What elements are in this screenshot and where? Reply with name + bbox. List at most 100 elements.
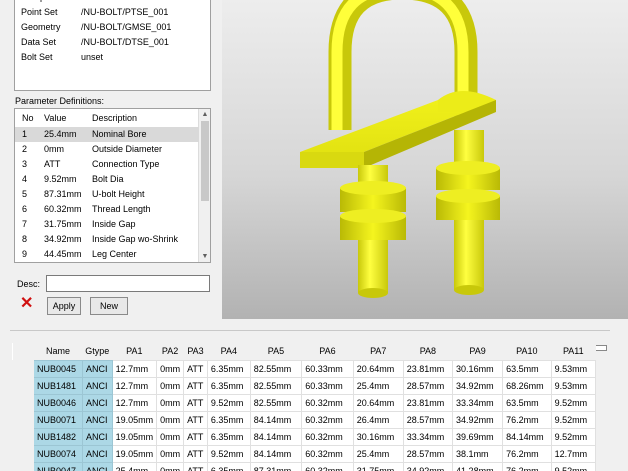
table-cell-pa6[interactable]: 60.32mm	[301, 410, 354, 429]
table-cell-pa6[interactable]: 60.32mm	[301, 444, 354, 463]
table-cell-pa3[interactable]: ATT	[183, 444, 208, 463]
column-header-pa6[interactable]: PA6	[301, 343, 354, 360]
table-cell-pa11[interactable]: 9.52mm	[550, 427, 596, 446]
table-row[interactable]: NUB0071 ANCI 19.05mm 0mm ATT 6.35mm 84.14mm 60.…	[12, 410, 596, 429]
table-cell-pa8[interactable]: 33.34mm	[402, 427, 454, 446]
table-cell-gtype[interactable]: ANCI	[81, 376, 113, 395]
table-cell-pa9[interactable]: 41.28mm	[452, 461, 504, 471]
column-header-no[interactable]: No	[22, 113, 34, 123]
table-cell-pa10[interactable]: 68.26mm	[502, 376, 552, 395]
column-header-pa2[interactable]: PA2	[156, 343, 184, 360]
column-header-value[interactable]: Value	[44, 113, 66, 123]
table-cell-pa3[interactable]: ATT	[183, 461, 208, 471]
parameter-row[interactable]: 9 44.45mm Leg Center	[15, 247, 199, 262]
table-cell-pa5[interactable]: 82.55mm	[249, 359, 303, 378]
table-cell-gtype[interactable]: ANCI	[81, 427, 113, 446]
component-data-grid[interactable]: Name Gtype PA1 PA2 PA3 PA4 PA5 PA6 PA7 PA8 PA9 PA10…	[12, 343, 596, 471]
table-cell-pa6[interactable]: 60.32mm	[301, 461, 354, 471]
table-cell-gtype[interactable]: ANCI	[81, 393, 113, 412]
table-row[interactable]: NUB1482 ANCI 19.05mm 0mm ATT 6.35mm 84.14mm 60.…	[12, 427, 596, 446]
table-cell-pa6[interactable]: 60.33mm	[301, 359, 354, 378]
table-cell-name[interactable]: NUB0047	[33, 461, 83, 471]
table-cell-pa7[interactable]: 30.16mm	[352, 427, 404, 446]
row-header[interactable]	[12, 410, 34, 429]
table-cell-pa4[interactable]: 9.52mm	[206, 393, 251, 412]
scroll-down-icon[interactable]: ▼	[199, 251, 210, 262]
column-header-pa5[interactable]: PA5	[250, 343, 302, 360]
table-cell-pa1[interactable]: 19.05mm	[111, 410, 158, 429]
parameter-row[interactable]: 2 0mm Outside Diameter	[15, 142, 199, 157]
table-cell-pa7[interactable]: 20.64mm	[352, 393, 404, 412]
table-cell-pa11[interactable]: 9.53mm	[550, 359, 596, 378]
table-cell-gtype[interactable]: ANCI	[81, 444, 113, 463]
table-row[interactable]: NUB0045 ANCI 12.7mm 0mm ATT 6.35mm 82.55mm 60.3…	[12, 359, 596, 378]
table-cell-pa1[interactable]: 19.05mm	[111, 444, 158, 463]
parameter-definitions-list[interactable]: No Value Description ▲ ▼ 1 25.4mm Nominal …	[14, 108, 211, 263]
table-cell-pa1[interactable]: 19.05mm	[111, 427, 158, 446]
table-cell-pa2[interactable]: 0mm	[156, 427, 185, 446]
parameter-row[interactable]: 4 9.52mm Bolt Dia	[15, 172, 199, 187]
row-header[interactable]	[12, 393, 34, 412]
table-cell-pa8[interactable]: 28.57mm	[402, 444, 454, 463]
table-cell-pa9[interactable]: 34.92mm	[452, 410, 504, 429]
table-cell-pa9[interactable]: 34.92mm	[452, 376, 504, 395]
table-row[interactable]: NUB0046 ANCI 12.7mm 0mm ATT 9.52mm 82.55mm 60.3…	[12, 393, 596, 412]
parameter-row[interactable]: 6 60.32mm Thread Length	[15, 202, 199, 217]
table-cell-pa11[interactable]: 12.7mm	[550, 444, 596, 463]
new-button[interactable]: New	[90, 297, 128, 315]
table-cell-pa5[interactable]: 84.14mm	[249, 410, 303, 429]
table-cell-pa4[interactable]: 6.35mm	[206, 427, 251, 446]
table-cell-pa2[interactable]: 0mm	[156, 444, 185, 463]
column-header-pa11[interactable]: PA11	[551, 343, 596, 360]
table-cell-pa9[interactable]: 30.16mm	[452, 359, 504, 378]
table-cell-pa2[interactable]: 0mm	[156, 393, 185, 412]
table-cell-pa5[interactable]: 84.14mm	[249, 427, 303, 446]
row-header[interactable]	[12, 444, 34, 463]
table-cell-pa9[interactable]: 39.69mm	[452, 427, 504, 446]
table-cell-pa6[interactable]: 60.32mm	[301, 427, 354, 446]
table-cell-pa4[interactable]: 6.35mm	[206, 359, 251, 378]
table-cell-pa1[interactable]: 12.7mm	[111, 376, 158, 395]
table-cell-pa5[interactable]: 82.55mm	[249, 376, 303, 395]
desc-input[interactable]	[46, 275, 210, 292]
scroll-up-icon[interactable]: ▲	[199, 109, 210, 120]
table-cell-pa10[interactable]: 76.2mm	[502, 444, 552, 463]
column-header-pa10[interactable]: PA10	[502, 343, 552, 360]
apply-button[interactable]: Apply	[47, 297, 81, 315]
table-cell-pa10[interactable]: 76.2mm	[502, 461, 552, 471]
parameter-list-scrollbar[interactable]: ▲ ▼	[198, 109, 210, 262]
row-header[interactable]	[12, 359, 34, 378]
column-header-gtype[interactable]: Gtype	[82, 343, 113, 360]
table-row[interactable]: NUB0074 ANCI 19.05mm 0mm ATT 9.52mm 84.14mm 60.…	[12, 444, 596, 463]
table-cell-pa3[interactable]: ATT	[183, 376, 208, 395]
table-cell-pa3[interactable]: ATT	[183, 393, 208, 412]
table-cell-pa2[interactable]: 0mm	[156, 461, 185, 471]
table-cell-name[interactable]: NUB0046	[33, 393, 83, 412]
table-cell-pa8[interactable]: 23.81mm	[402, 393, 454, 412]
table-cell-name[interactable]: NUB1481	[33, 376, 83, 395]
row-header[interactable]	[12, 461, 34, 471]
table-cell-pa4[interactable]: 6.35mm	[206, 410, 251, 429]
table-cell-pa3[interactable]: ATT	[183, 427, 208, 446]
table-cell-pa11[interactable]: 9.52mm	[550, 461, 596, 471]
parameter-row[interactable]: 1 25.4mm Nominal Bore	[15, 127, 199, 142]
table-cell-pa10[interactable]: 76.2mm	[502, 410, 552, 429]
column-header-pa7[interactable]: PA7	[353, 343, 404, 360]
column-header-pa9[interactable]: PA9	[452, 343, 503, 360]
table-cell-pa1[interactable]: 25.4mm	[111, 461, 158, 471]
table-cell-pa8[interactable]: 28.57mm	[402, 410, 454, 429]
table-cell-gtype[interactable]: ANCI	[81, 410, 113, 429]
parameter-row[interactable]: 8 34.92mm Inside Gap wo-Shrink	[15, 232, 199, 247]
column-header-pa8[interactable]: PA8	[403, 343, 453, 360]
column-header-description[interactable]: Description	[92, 113, 137, 123]
table-cell-pa7[interactable]: 31.75mm	[352, 461, 404, 471]
table-cell-pa11[interactable]: 9.52mm	[550, 393, 596, 412]
table-cell-pa8[interactable]: 28.57mm	[402, 376, 454, 395]
parameter-row[interactable]: 5 87.31mm U-bolt Height	[15, 187, 199, 202]
table-cell-pa5[interactable]: 82.55mm	[249, 393, 303, 412]
column-header-name[interactable]: Name	[33, 343, 83, 360]
table-cell-pa6[interactable]: 60.33mm	[301, 376, 354, 395]
table-cell-pa6[interactable]: 60.32mm	[301, 393, 354, 412]
3d-viewport[interactable]	[222, 0, 628, 319]
column-header-pa1[interactable]: PA1	[112, 343, 157, 360]
